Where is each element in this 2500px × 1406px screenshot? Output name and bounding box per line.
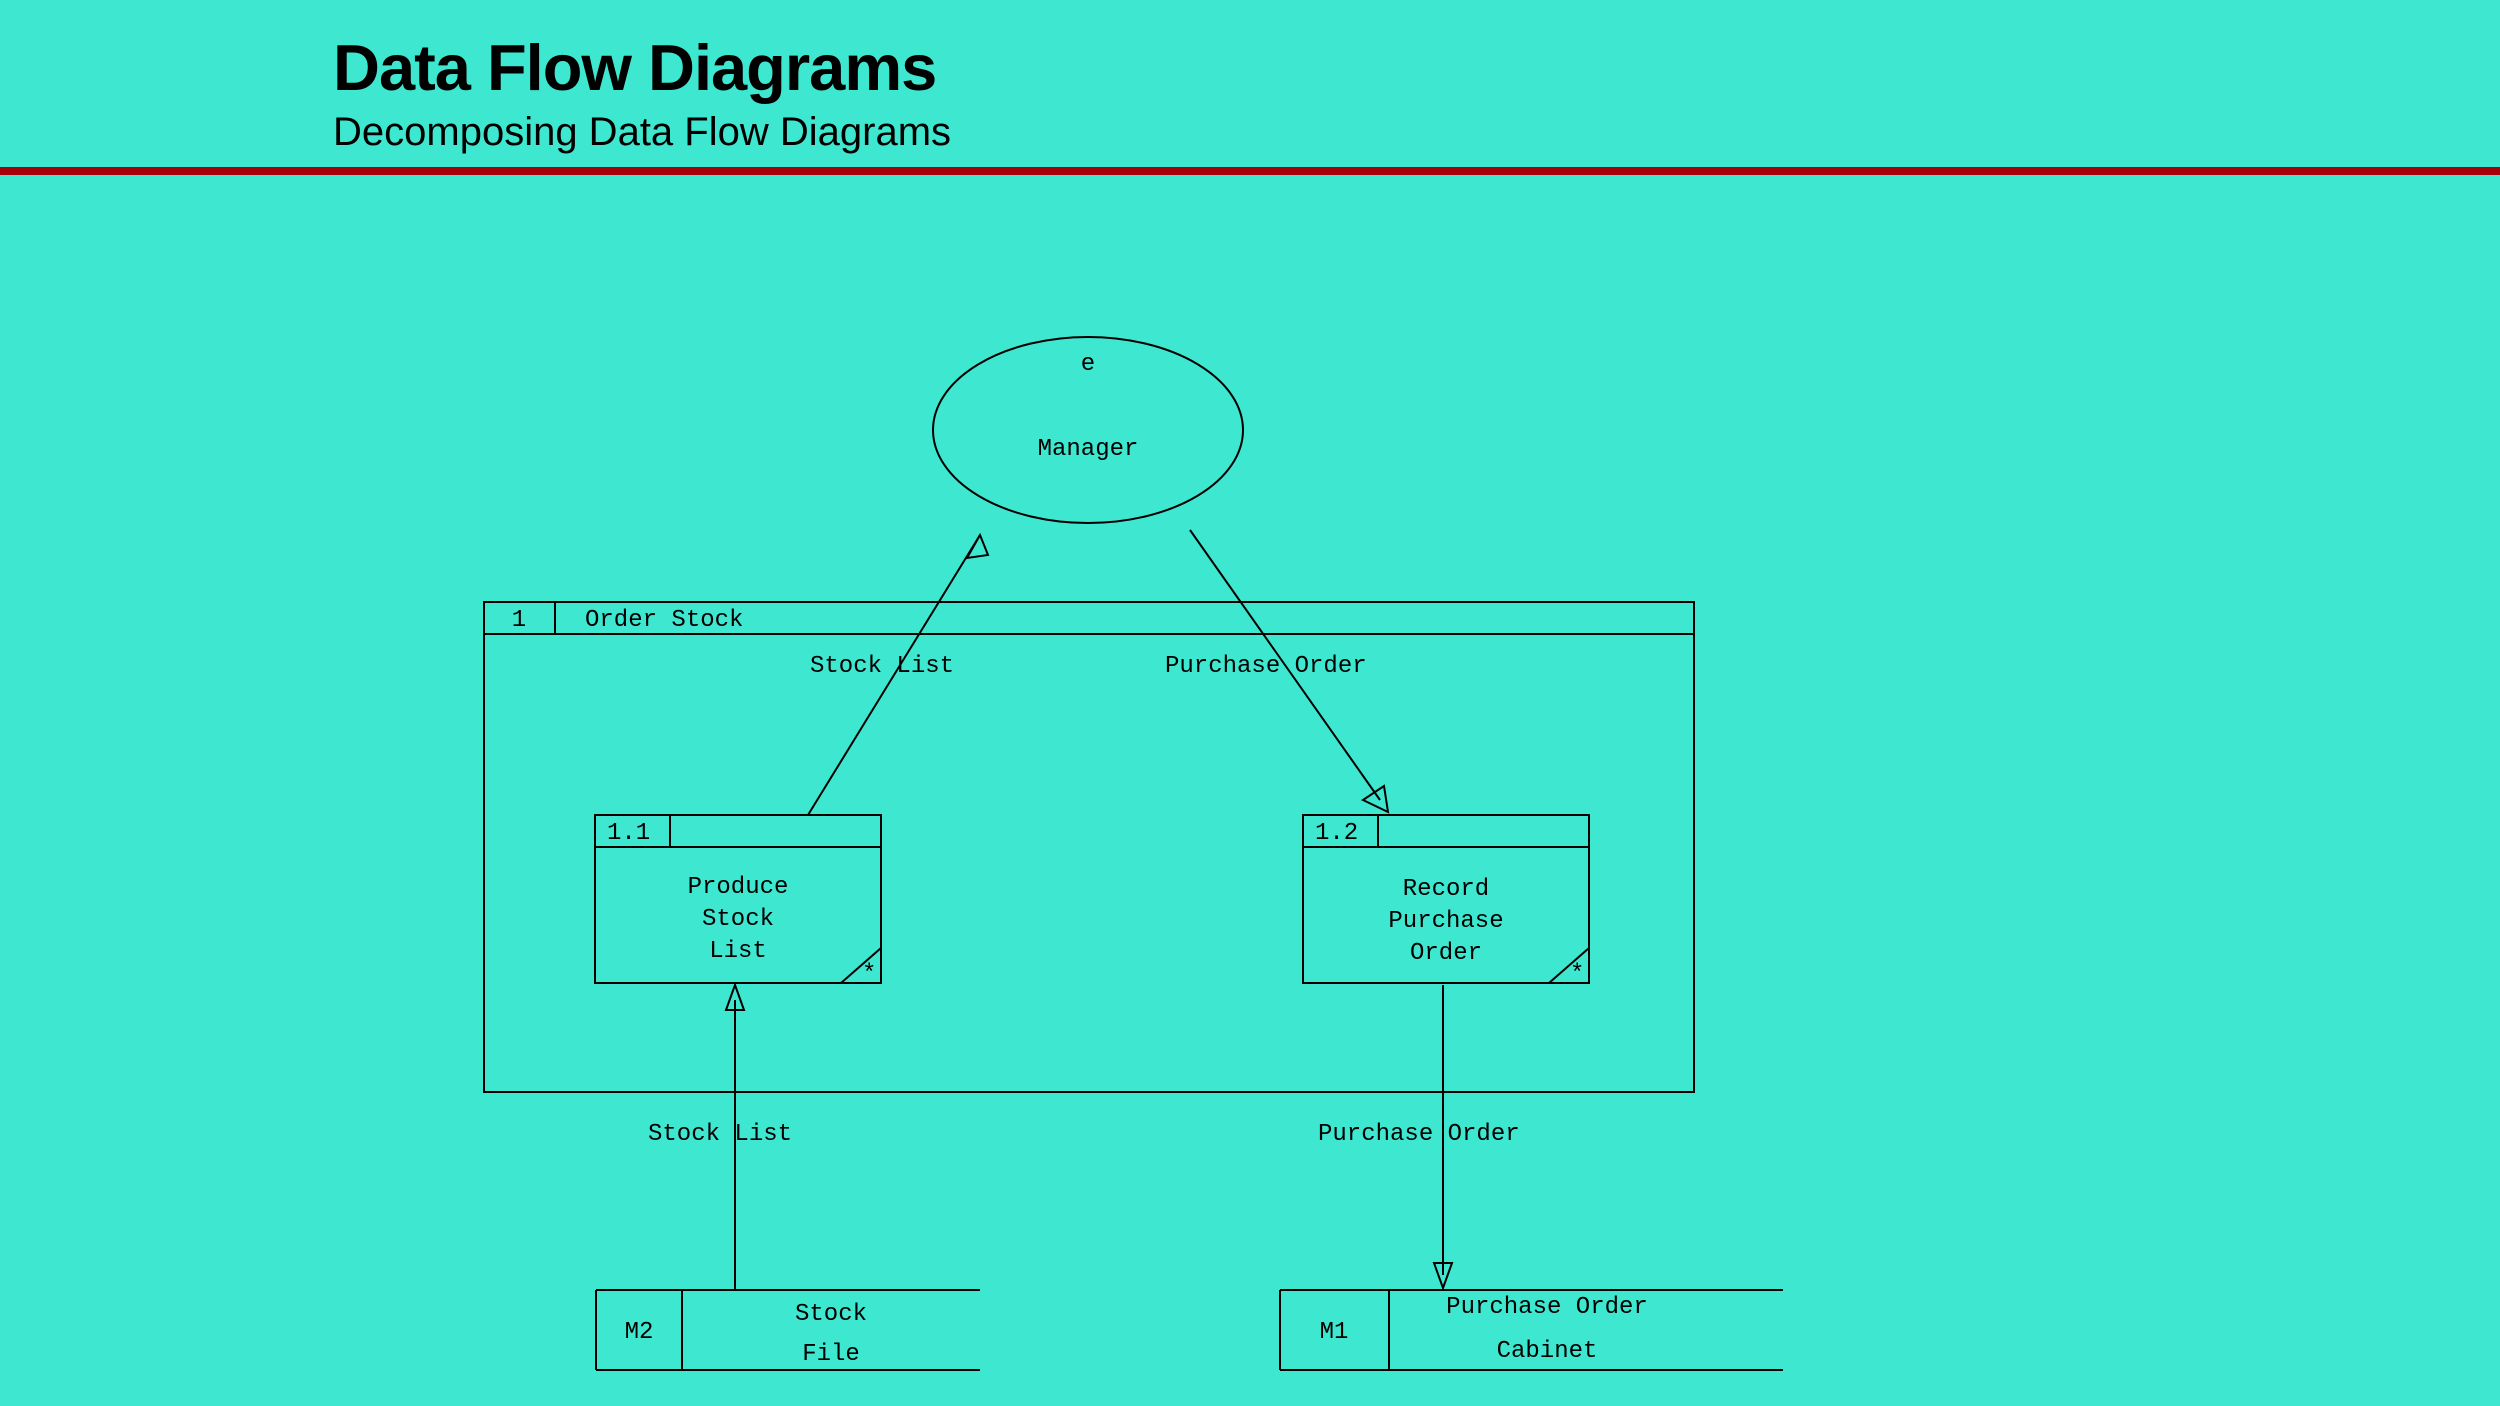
process-11-line1: Produce: [688, 874, 789, 901]
diagram-container: e Manager 1 Order Stock 1.1 Produce Stoc…: [0, 0, 2500, 1406]
ds-m2-id: M2: [625, 1319, 654, 1346]
container-title: Order Stock: [585, 607, 743, 634]
ds-m1-line1: Purchase Order: [1446, 1294, 1648, 1321]
process-12-id: 1.2: [1315, 820, 1358, 847]
process-12-line3: Order: [1410, 940, 1482, 967]
ds-m1-line2: Cabinet: [1497, 1338, 1598, 1365]
flow-stocklist2-label: Stock List: [648, 1121, 792, 1148]
flow-po2-label: Purchase Order: [1318, 1121, 1520, 1148]
process-11-line2: Stock: [702, 906, 774, 933]
process-11-marker: *: [862, 961, 876, 988]
external-tag: e: [1081, 351, 1095, 378]
flow-stocklist-label: Stock List: [810, 653, 954, 680]
ds-m1-id: M1: [1320, 1319, 1349, 1346]
process-12-line2: Purchase: [1388, 908, 1503, 935]
process-12-marker: *: [1570, 961, 1584, 988]
flow-stocklist-arrow: [967, 535, 988, 558]
flow-po-arrow: [1363, 786, 1388, 812]
dfd-svg: e Manager 1 Order Stock 1.1 Produce Stoc…: [0, 0, 2500, 1406]
process-12-line1: Record: [1403, 876, 1489, 903]
flow-po-label: Purchase Order: [1165, 653, 1367, 680]
container-id: 1: [512, 607, 526, 634]
process-11-id: 1.1: [607, 820, 650, 847]
ds-m2-line1: Stock: [795, 1301, 867, 1328]
external-name: Manager: [1038, 436, 1139, 463]
process-11-line3: List: [709, 938, 767, 965]
ds-m2-line2: File: [802, 1341, 860, 1368]
